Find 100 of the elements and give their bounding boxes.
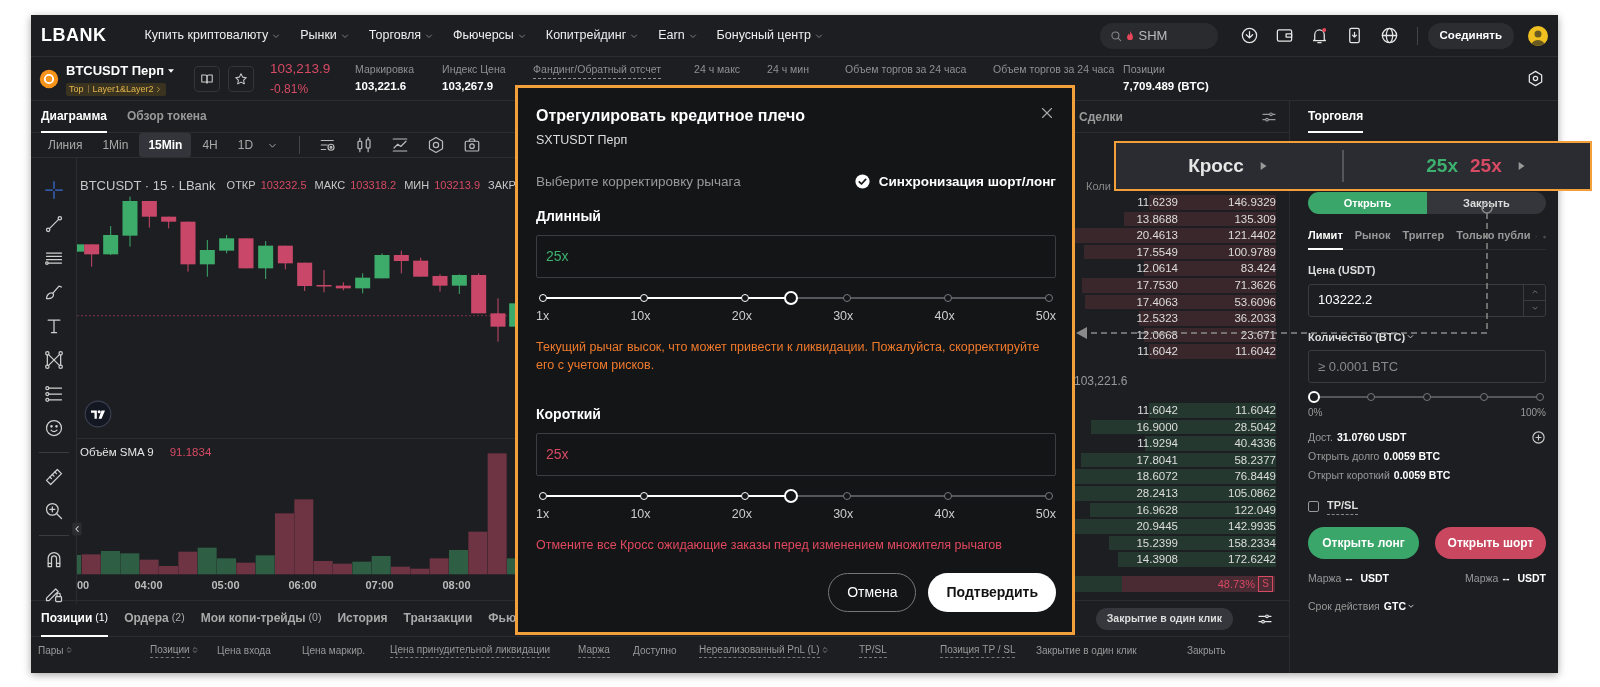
- slider-tick: [1536, 393, 1544, 401]
- wallet-icon[interactable]: [1274, 26, 1294, 45]
- menu-item[interactable]: Бонусный центр: [716, 26, 825, 45]
- stat-value: 7,709.489 (BTC): [1123, 78, 1209, 94]
- leverage-input[interactable]: 25x: [537, 245, 1055, 268]
- slider-tick: [640, 294, 649, 302]
- order-type-tab[interactable]: Триггер: [1402, 223, 1445, 250]
- slider-thumb[interactable]: [783, 488, 798, 503]
- panel-tab[interactable]: Торговля: [1308, 101, 1364, 133]
- positions-tab[interactable]: Фью: [488, 600, 517, 637]
- positions-tab[interactable]: История: [337, 600, 388, 637]
- interval-button[interactable]: 15Min: [139, 133, 192, 157]
- smiley-icon[interactable]: [43, 418, 64, 438]
- globe-icon[interactable]: [1379, 26, 1399, 45]
- one-click-close-button[interactable]: Закрытие в один клик: [1095, 607, 1233, 630]
- stat-label: Маркировка: [355, 62, 416, 77]
- slider-tick: [741, 294, 750, 302]
- menu-item[interactable]: Рынки: [300, 26, 351, 45]
- slider-tick: [1366, 393, 1375, 401]
- side-toggle-button[interactable]: Закрыть: [1427, 192, 1546, 214]
- positions-tab[interactable]: Мои копи-трейды (0): [200, 600, 322, 637]
- logo-icon[interactable]: [84, 400, 112, 428]
- hexagon-icon[interactable]: [427, 136, 446, 154]
- menu-item[interactable]: Копитрейдинг: [545, 26, 641, 45]
- connect-button[interactable]: Соединять: [1427, 22, 1514, 49]
- price-input[interactable]: 103222.2: [1309, 289, 1523, 311]
- validity-dropdown[interactable]: GTC: [1383, 598, 1416, 615]
- candle: [471, 272, 487, 314]
- trend-chart-icon[interactable]: [391, 136, 410, 154]
- info-label: Дост.: [1308, 430, 1333, 445]
- column-header: TP/SL: [859, 642, 887, 658]
- chart-tab[interactable]: Диаграмма: [41, 100, 107, 133]
- modal-title: Отрегулировать кредитное плечо: [536, 106, 805, 126]
- time-label: 04:00: [133, 577, 164, 593]
- info-value: 0.0059 BTC: [1383, 448, 1441, 464]
- candles-icon[interactable]: [355, 136, 374, 154]
- column-header: Закрытие в один клик: [1036, 643, 1137, 658]
- positions-tab[interactable]: Ордера (2): [124, 600, 185, 637]
- nodes-icon[interactable]: [43, 350, 64, 370]
- candle: [161, 216, 177, 229]
- zoom-in-icon[interactable]: [43, 501, 64, 521]
- percent-slider[interactable]: [1308, 391, 1546, 403]
- logo[interactable]: LBANK: [41, 22, 107, 49]
- book-button[interactable]: [194, 65, 221, 92]
- quantity-unit-dropdown[interactable]: Количество (BTC): [1308, 328, 1417, 345]
- slider-thumb[interactable]: [783, 291, 798, 305]
- price-field[interactable]: 103222.2: [1308, 283, 1546, 317]
- fib-lines-icon[interactable]: [43, 384, 64, 404]
- order-total: 36.2033: [1234, 312, 1276, 325]
- leverage-field[interactable]: 25x: [536, 432, 1056, 476]
- menu-item[interactable]: Earn: [658, 26, 699, 45]
- avatar[interactable]: [1528, 25, 1548, 46]
- menu-item[interactable]: Фьючерсы: [453, 26, 528, 45]
- interval-button[interactable]: Линия: [39, 133, 92, 157]
- trades-tab[interactable]: Сделки: [1079, 107, 1123, 126]
- add-circle-icon[interactable]: [1531, 430, 1546, 446]
- slider-thumb[interactable]: [1308, 391, 1320, 403]
- camera-icon[interactable]: [463, 136, 482, 154]
- sync-checkbox[interactable]: Синхронизация шорт/лонг: [853, 171, 1056, 192]
- checkbox[interactable]: [1308, 500, 1319, 512]
- time-label: 05:00: [210, 577, 241, 593]
- order-total: 58.2377: [1234, 453, 1276, 466]
- menu-item[interactable]: Купить криптовалюту: [144, 26, 283, 45]
- confirm-button[interactable]: Подтвердить: [928, 573, 1056, 612]
- ruler-icon[interactable]: [43, 467, 64, 487]
- margin-label: Маржа: [1308, 570, 1342, 586]
- ohlc-label: ОТКР: [226, 178, 256, 194]
- positions-tab[interactable]: Транзакции: [403, 600, 473, 637]
- collapse-tab-icon[interactable]: [70, 522, 84, 536]
- favorite-button[interactable]: [228, 65, 255, 92]
- chart-tab[interactable]: Обзор токена: [126, 100, 207, 133]
- order-type-tab[interactable]: Лимит: [1308, 223, 1343, 250]
- interval-button[interactable]: 1D: [228, 133, 263, 157]
- volume-bar: [333, 563, 352, 575]
- settings-icon[interactable]: [1527, 70, 1544, 87]
- interval-button[interactable]: 1Min: [93, 133, 138, 157]
- category-tag[interactable]: Top Layer1&Layer2: [66, 82, 166, 96]
- candle: [141, 200, 157, 229]
- crosshair-icon[interactable]: [43, 180, 64, 200]
- search-input[interactable]: SHM: [1136, 25, 1197, 46]
- order-total: 146.9329: [1228, 196, 1276, 208]
- download-icon[interactable]: [1239, 26, 1259, 45]
- leverage-field[interactable]: 25x: [536, 235, 1056, 278]
- menu-item[interactable]: Торговля: [368, 26, 436, 45]
- time-label: 08:00: [441, 577, 472, 593]
- candle: [219, 234, 235, 254]
- positions-tab[interactable]: Позиции (1): [41, 600, 109, 637]
- leverage-input[interactable]: 25x: [537, 442, 1055, 466]
- star-icon: [234, 71, 249, 86]
- margin-unit: USDT: [1360, 570, 1389, 586]
- column-header: Маржа: [578, 642, 610, 658]
- order-total: 40.4336: [1234, 437, 1276, 450]
- search-field[interactable]: SHM: [1099, 22, 1218, 49]
- line-tool-icon[interactable]: [43, 214, 64, 234]
- order-total: 122.049: [1234, 503, 1276, 516]
- order-amount: 18.6072: [1136, 470, 1178, 483]
- order-type-tab[interactable]: Рынок: [1354, 223, 1391, 250]
- interval-button[interactable]: 4H: [193, 133, 227, 157]
- open-short-button[interactable]: Открыть шорт: [1435, 526, 1546, 559]
- symbol-dropdown[interactable]: BTCUSDT Перп: [66, 61, 179, 81]
